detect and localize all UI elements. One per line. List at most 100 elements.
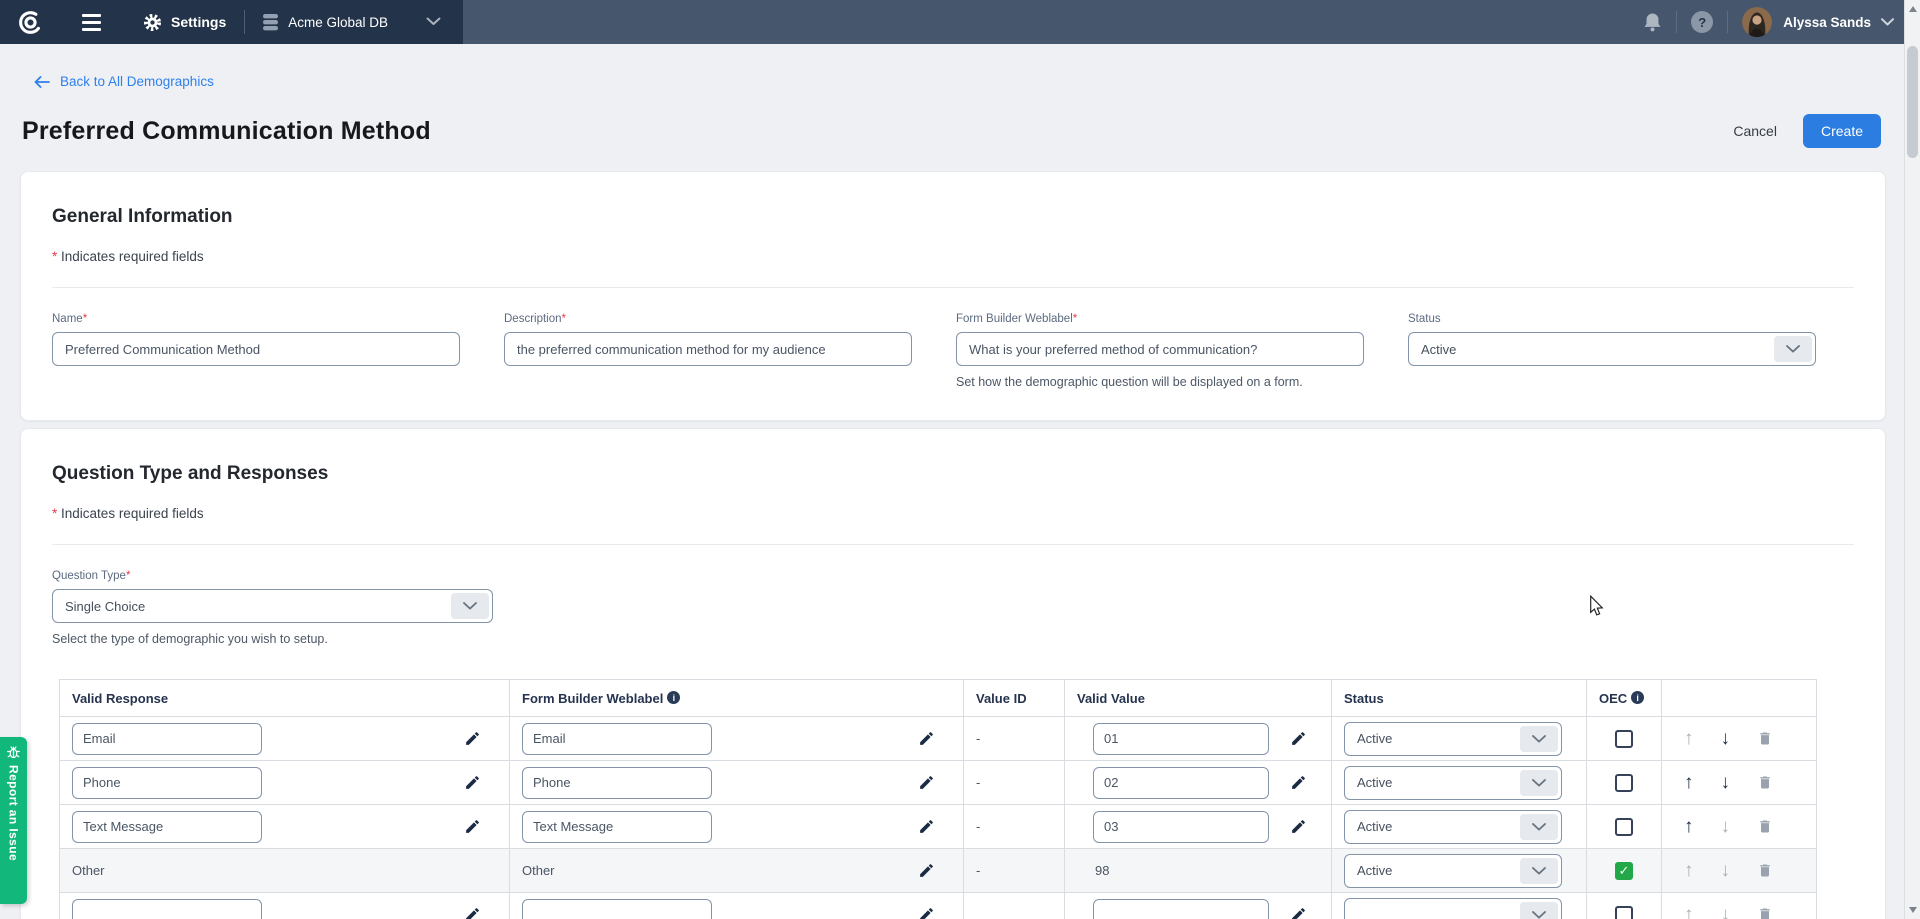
edit-pencil-icon[interactable] — [918, 862, 935, 879]
move-down-button[interactable]: ↓ — [1721, 729, 1731, 748]
database-chevron-down-icon[interactable] — [426, 13, 441, 31]
valid-response-input[interactable] — [72, 899, 262, 919]
scroll-up-arrow[interactable] — [1909, 6, 1917, 12]
create-button[interactable]: Create — [1803, 114, 1881, 148]
row-status-select[interactable]: Active — [1344, 722, 1562, 756]
move-up-button[interactable]: ↑ — [1684, 773, 1694, 792]
user-name[interactable]: Alyssa Sands — [1783, 15, 1871, 30]
move-up-button[interactable]: ↑ — [1684, 817, 1694, 836]
general-information-card: General Information * Indicates required… — [20, 171, 1886, 421]
edit-pencil-icon[interactable] — [464, 774, 481, 791]
delete-trash-icon[interactable] — [1757, 818, 1773, 835]
row-status-select[interactable] — [1344, 898, 1562, 919]
settings-label: Settings — [171, 14, 226, 30]
user-chevron-down-icon[interactable] — [1881, 18, 1894, 26]
valid-response-input[interactable] — [72, 811, 262, 843]
col-valid-value: Valid Value — [1065, 680, 1332, 717]
edit-pencil-icon[interactable] — [918, 906, 935, 919]
delete-trash-icon[interactable] — [1757, 906, 1773, 919]
info-icon[interactable]: i — [667, 691, 680, 704]
back-link-label: Back to All Demographics — [60, 74, 214, 89]
vertical-scrollbar[interactable] — [1904, 0, 1920, 919]
col-valid-response: Valid Response — [60, 680, 510, 717]
description-input[interactable] — [504, 332, 912, 366]
back-link[interactable]: Back to All Demographics — [34, 74, 214, 89]
divider — [244, 10, 245, 34]
row-status-select[interactable]: Active — [1344, 854, 1562, 888]
edit-pencil-icon[interactable] — [464, 730, 481, 747]
valid-value-input[interactable] — [1093, 767, 1269, 799]
chevron-down-icon — [1520, 858, 1558, 884]
chevron-down-icon — [1520, 902, 1558, 919]
weblabel-input[interactable] — [522, 899, 712, 919]
info-icon[interactable]: i — [1631, 691, 1644, 704]
weblabel-input[interactable] — [522, 723, 712, 755]
question-type-select[interactable]: Single Choice — [52, 589, 493, 623]
weblabel-text: Other — [522, 863, 555, 878]
database-name: Acme Global DB — [288, 15, 388, 30]
edit-pencil-icon[interactable] — [918, 774, 935, 791]
edit-pencil-icon[interactable] — [464, 906, 481, 919]
required-note: * Indicates required fields — [52, 506, 1854, 521]
scroll-down-arrow[interactable] — [1909, 907, 1917, 913]
settings-nav[interactable]: Settings — [143, 13, 226, 32]
edit-pencil-icon[interactable] — [1290, 818, 1307, 835]
back-arrow-icon — [34, 76, 50, 88]
edit-pencil-icon[interactable] — [1290, 906, 1307, 919]
valid-value-input[interactable] — [1093, 723, 1269, 755]
chevron-down-icon — [1520, 770, 1558, 796]
weblabel-input[interactable] — [522, 767, 712, 799]
move-up-button[interactable]: ↑ — [1684, 729, 1694, 748]
edit-pencil-icon[interactable] — [1290, 774, 1307, 791]
row-status-select[interactable]: Active — [1344, 766, 1562, 800]
move-up-button[interactable]: ↑ — [1684, 861, 1694, 880]
weblabel-input[interactable] — [956, 332, 1364, 366]
table-row: - Active ✓ ↑ ↓ — [60, 717, 1817, 761]
valid-value-input[interactable] — [1093, 811, 1269, 843]
avatar[interactable] — [1742, 7, 1772, 37]
divider — [1727, 11, 1728, 33]
question-type-helper: Select the type of demographic you wish … — [52, 632, 1854, 646]
app-logo-icon[interactable] — [16, 8, 44, 36]
valid-value-input[interactable] — [1093, 899, 1269, 919]
delete-trash-icon[interactable] — [1757, 862, 1773, 879]
move-up-button[interactable]: ↑ — [1684, 905, 1694, 919]
notifications-bell-icon[interactable] — [1643, 12, 1662, 33]
cancel-button[interactable]: Cancel — [1733, 123, 1777, 139]
delete-trash-icon[interactable] — [1757, 774, 1773, 791]
database-selector[interactable]: Acme Global DB — [263, 14, 388, 31]
valid-response-text: Other — [60, 863, 509, 878]
move-down-button[interactable]: ↓ — [1721, 905, 1731, 919]
oec-checkbox[interactable]: ✓ — [1615, 862, 1633, 880]
edit-pencil-icon[interactable] — [918, 730, 935, 747]
edit-pencil-icon[interactable] — [918, 818, 935, 835]
oec-checkbox[interactable]: ✓ — [1615, 730, 1633, 748]
value-id-cell: - — [964, 731, 1064, 746]
top-bar-left: Settings Acme Global DB — [0, 0, 463, 44]
col-status: Status — [1332, 680, 1587, 717]
edit-pencil-icon[interactable] — [1290, 730, 1307, 747]
table-header-row: Valid Response Form Builder Weblabeli Va… — [60, 680, 1817, 717]
menu-icon[interactable] — [82, 14, 101, 31]
delete-trash-icon[interactable] — [1757, 730, 1773, 747]
oec-checkbox[interactable]: ✓ — [1615, 818, 1633, 836]
report-issue-tab[interactable]: Report an Issue — [0, 737, 27, 904]
report-issue-label: Report an Issue — [7, 765, 21, 861]
page-title: Preferred Communication Method — [22, 117, 431, 146]
valid-response-input[interactable] — [72, 767, 262, 799]
move-down-button[interactable]: ↓ — [1721, 773, 1731, 792]
status-select[interactable]: Active — [1408, 332, 1816, 366]
oec-checkbox[interactable]: ✓ — [1615, 906, 1633, 919]
oec-checkbox[interactable]: ✓ — [1615, 774, 1633, 792]
valid-response-input[interactable] — [72, 723, 262, 755]
scrollbar-thumb[interactable] — [1907, 46, 1918, 158]
row-status-select[interactable]: Active — [1344, 810, 1562, 844]
move-down-button[interactable]: ↓ — [1721, 817, 1731, 836]
value-id-cell: - — [964, 775, 1064, 790]
weblabel-input[interactable] — [522, 811, 712, 843]
name-input[interactable] — [52, 332, 460, 366]
table-row: - Active ✓ ↑ ↓ — [60, 761, 1817, 805]
edit-pencil-icon[interactable] — [464, 818, 481, 835]
help-icon[interactable]: ? — [1691, 11, 1713, 33]
move-down-button[interactable]: ↓ — [1721, 861, 1731, 880]
